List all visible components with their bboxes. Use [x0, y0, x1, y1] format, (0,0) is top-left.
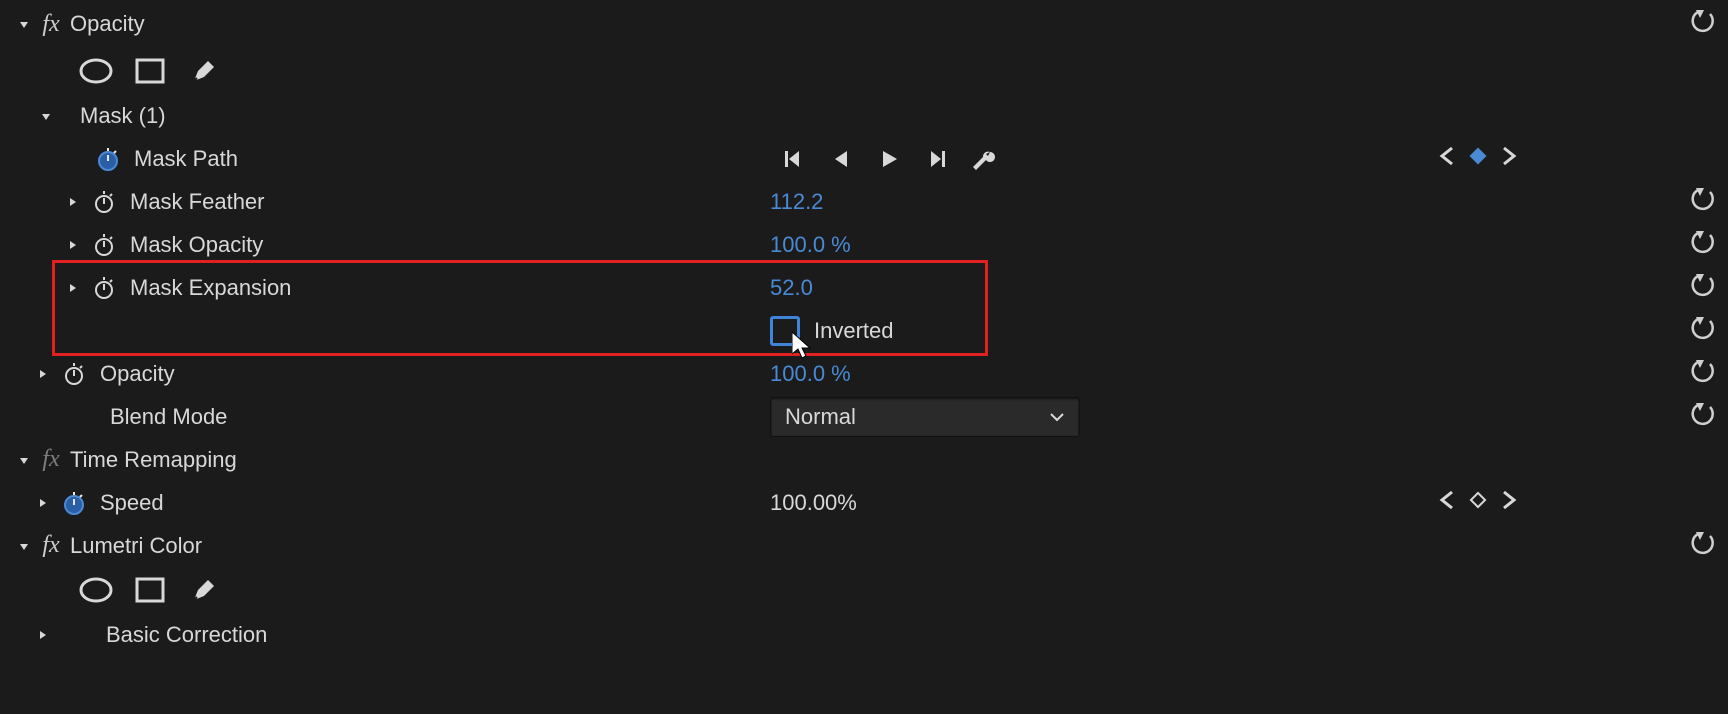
caret-down-icon[interactable]	[34, 110, 58, 122]
effect-opacity-header[interactable]: fx Opacity	[0, 0, 1728, 48]
caret-right-icon[interactable]	[30, 497, 54, 509]
mask-inverted-row: Inverted	[0, 309, 1728, 352]
prev-keyframe-button[interactable]	[1438, 490, 1456, 516]
speed-label: Speed	[100, 490, 164, 516]
track-backward-one-frame-button[interactable]	[780, 146, 806, 172]
mask-path-label: Mask Path	[134, 146, 238, 172]
stopwatch-icon[interactable]	[92, 276, 116, 300]
opacity-label: Opacity	[100, 361, 175, 387]
stopwatch-icon[interactable]	[62, 491, 86, 515]
mask-1-header[interactable]: Mask (1)	[0, 94, 1728, 137]
mask-expansion-value[interactable]: 52.0	[770, 275, 813, 301]
blend-mode-row: Blend Mode Normal	[0, 395, 1728, 438]
mask-feather-row: Mask Feather 112.2	[0, 180, 1728, 223]
caret-right-icon[interactable]	[30, 368, 54, 380]
fx-icon[interactable]: fx	[36, 532, 66, 559]
caret-down-icon[interactable]	[12, 454, 36, 466]
mask-feather-value[interactable]: 112.2	[770, 189, 823, 215]
blend-mode-select[interactable]: Normal	[770, 397, 1080, 437]
opacity-prop-row: Opacity 100.0 %	[0, 352, 1728, 395]
caret-right-icon[interactable]	[60, 239, 84, 251]
caret-right-icon[interactable]	[30, 629, 54, 641]
rectangle-mask-button[interactable]	[132, 575, 168, 605]
caret-down-icon[interactable]	[12, 540, 36, 552]
reset-icon[interactable]	[1690, 401, 1716, 427]
reset-icon[interactable]	[1690, 272, 1716, 298]
track-forward-one-frame-button[interactable]	[924, 146, 950, 172]
inverted-label: Inverted	[814, 318, 894, 344]
track-backward-button[interactable]	[828, 146, 854, 172]
caret-down-icon[interactable]	[12, 18, 36, 30]
tracking-method-button[interactable]	[972, 146, 998, 172]
speed-value: 100.00%	[770, 490, 857, 516]
stopwatch-icon[interactable]	[62, 362, 86, 386]
stopwatch-icon[interactable]	[92, 233, 116, 257]
keyframe-nav	[1438, 146, 1518, 172]
basic-correction-label: Basic Correction	[106, 622, 267, 648]
reset-icon[interactable]	[1690, 358, 1716, 384]
mask-opacity-label: Mask Opacity	[130, 232, 263, 258]
ellipse-mask-button[interactable]	[78, 56, 114, 86]
blend-mode-value: Normal	[785, 404, 856, 430]
prev-keyframe-button[interactable]	[1438, 146, 1456, 172]
mask-expansion-label: Mask Expansion	[130, 275, 291, 301]
add-keyframe-button[interactable]	[1468, 490, 1488, 516]
pen-mask-button[interactable]	[186, 56, 222, 86]
ellipse-mask-button[interactable]	[78, 575, 114, 605]
effect-time-remapping-header[interactable]: fx Time Remapping	[0, 438, 1728, 481]
mask-path-playback	[780, 146, 998, 172]
effect-lumetri-header[interactable]: fx Lumetri Color	[0, 524, 1728, 567]
reset-icon[interactable]	[1690, 229, 1716, 255]
reset-icon[interactable]	[1690, 8, 1716, 34]
effect-title: Lumetri Color	[70, 533, 202, 559]
next-keyframe-button[interactable]	[1500, 146, 1518, 172]
speed-row: Speed 100.00%	[0, 481, 1728, 524]
fx-icon[interactable]: fx	[36, 11, 66, 38]
effect-title: Time Remapping	[70, 447, 237, 473]
opacity-value[interactable]: 100.0 %	[770, 361, 851, 387]
mask-expansion-row: Mask Expansion 52.0	[0, 266, 1728, 309]
mask-title: Mask (1)	[80, 103, 166, 129]
caret-right-icon[interactable]	[60, 282, 84, 294]
pen-mask-button[interactable]	[186, 575, 222, 605]
stopwatch-icon[interactable]	[92, 190, 116, 214]
stopwatch-icon[interactable]	[96, 147, 120, 171]
chevron-down-icon	[1049, 404, 1065, 430]
mask-opacity-value[interactable]: 100.0 %	[770, 232, 851, 258]
basic-correction-row[interactable]: Basic Correction	[0, 613, 1728, 656]
reset-icon[interactable]	[1690, 315, 1716, 341]
keyframe-nav	[1438, 490, 1518, 516]
next-keyframe-button[interactable]	[1500, 490, 1518, 516]
mask-path-row: Mask Path	[0, 137, 1728, 180]
caret-right-icon[interactable]	[60, 196, 84, 208]
reset-icon[interactable]	[1690, 186, 1716, 212]
mask-shape-tools	[0, 48, 1728, 94]
effect-title: Opacity	[70, 11, 145, 37]
fx-icon[interactable]: fx	[36, 446, 66, 473]
blend-mode-label: Blend Mode	[110, 404, 227, 430]
add-keyframe-button[interactable]	[1468, 146, 1488, 172]
inverted-checkbox[interactable]	[770, 316, 800, 346]
mask-opacity-row: Mask Opacity 100.0 %	[0, 223, 1728, 266]
rectangle-mask-button[interactable]	[132, 56, 168, 86]
track-forward-button[interactable]	[876, 146, 902, 172]
reset-icon[interactable]	[1690, 530, 1716, 556]
mask-feather-label: Mask Feather	[130, 189, 265, 215]
lumetri-mask-shape-tools	[0, 567, 1728, 613]
